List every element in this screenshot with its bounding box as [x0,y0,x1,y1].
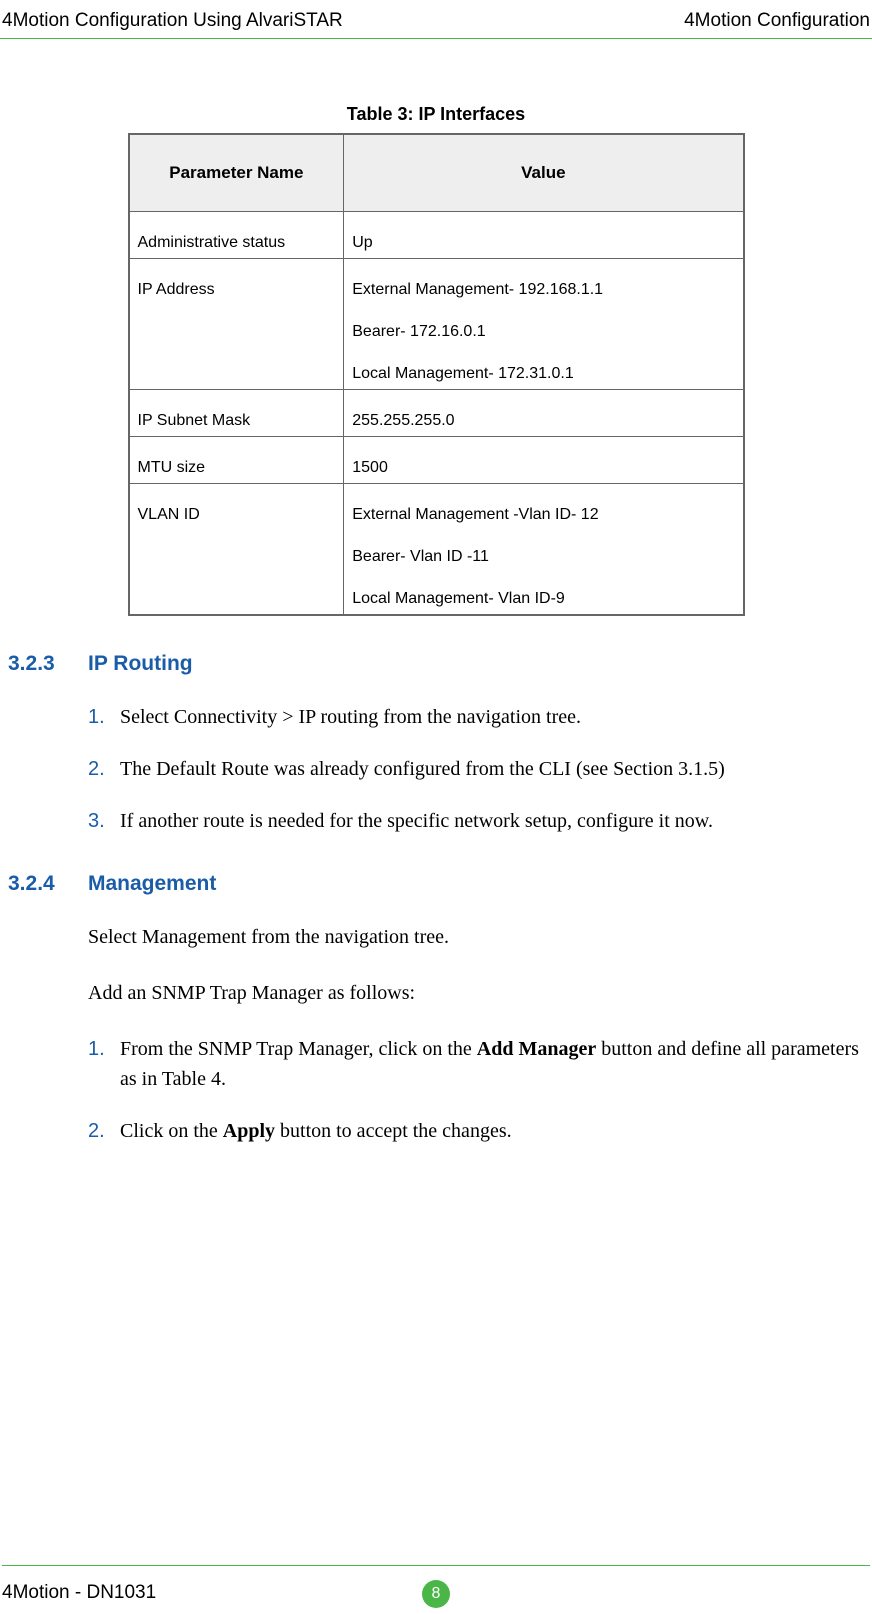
table-row: Administrative status Up [129,212,744,259]
section-heading-management: 3.2.4 Management [2,872,870,896]
table-cell-value: 255.255.255.0 [344,390,744,437]
list-text-pre: Click on the [120,1120,223,1142]
page-number-badge: 8 [422,1580,450,1608]
table-cell-value: External Management- 192.168.1.1 Bearer-… [344,259,744,390]
list-text-bold: Add Manager [477,1038,596,1060]
section-number: 3.2.3 [8,652,63,676]
page-header: 4Motion Configuration Using AlvariSTAR 4… [0,0,872,39]
section-title: IP Routing [88,652,193,676]
footer-left: 4Motion - DN1031 [2,1582,156,1604]
table-caption: Table 3: IP Interfaces [2,104,870,125]
section-heading-ip-routing: 3.2.3 IP Routing [2,652,870,676]
table-cell-param: Administrative status [129,212,344,259]
section-number: 3.2.4 [8,872,63,896]
table-row: IP Subnet Mask 255.255.255.0 [129,390,744,437]
list-item: 1.From the SNMP Trap Manager, click on t… [120,1034,860,1094]
list-text-pre: From the SNMP Trap Manager, click on the [120,1038,477,1060]
table-cell-param: IP Address [129,259,344,390]
table-cell-param: VLAN ID [129,484,344,616]
list-text: Select Connectivity > IP routing from th… [120,706,581,728]
management-steps: 1. From the SNMP Trap Manager, click on t… [2,1034,870,1146]
table-cell-line: Local Management- 172.31.0.1 [352,365,734,383]
list-number: 2. [88,754,105,784]
table-cell-param: IP Subnet Mask [129,390,344,437]
table-header-value: Value [344,134,744,212]
table-cell-line: Local Management- Vlan ID-9 [352,590,734,608]
header-left: 4Motion Configuration Using AlvariSTAR [2,10,343,32]
header-right: 4Motion Configuration [684,10,870,32]
ip-interfaces-table: Parameter Name Value Administrative stat… [128,133,745,616]
list-item: 2.The Default Route was already configur… [120,754,860,784]
list-item: 3.If another route is needed for the spe… [120,806,860,836]
page-content: Table 3: IP Interfaces Parameter Name Va… [0,104,872,1146]
table-cell-value: External Management -Vlan ID- 12 Bearer-… [344,484,744,616]
list-text: The Default Route was already configured… [120,758,725,780]
list-number: 1. [88,1034,105,1064]
list-text: If another route is needed for the speci… [120,810,713,832]
table-header-param: Parameter Name [129,134,344,212]
table-cell-line: External Management- 192.168.1.1 [352,281,734,299]
footer-rule [2,1565,870,1567]
table-cell-line: Bearer- Vlan ID -11 [352,548,734,566]
ip-routing-steps: 1. Select Connectivity > IP routing from … [2,702,870,836]
list-number: 1. [88,702,105,732]
paragraph: Add an SNMP Trap Manager as follows: [2,978,870,1008]
table-cell-line: Bearer- 172.16.0.1 [352,323,734,341]
list-item: 2.Click on the Apply button to accept th… [120,1116,860,1146]
table-row: VLAN ID External Management -Vlan ID- 12… [129,484,744,616]
section-title: Management [88,872,216,896]
list-item: 1.Select Connectivity > IP routing from … [120,702,860,732]
list-text-post: button to accept the changes. [275,1120,512,1142]
table-cell-value: Up [344,212,744,259]
list-text-bold: Apply [223,1120,275,1142]
table-row: MTU size 1500 [129,437,744,484]
paragraph: Select Management from the navigation tr… [2,922,870,952]
table-cell-param: MTU size [129,437,344,484]
list-number: 3. [88,806,105,836]
list-number: 2. [88,1116,105,1146]
table-row: IP Address External Management- 192.168.… [129,259,744,390]
table-cell-line: External Management -Vlan ID- 12 [352,506,734,524]
table-cell-value: 1500 [344,437,744,484]
